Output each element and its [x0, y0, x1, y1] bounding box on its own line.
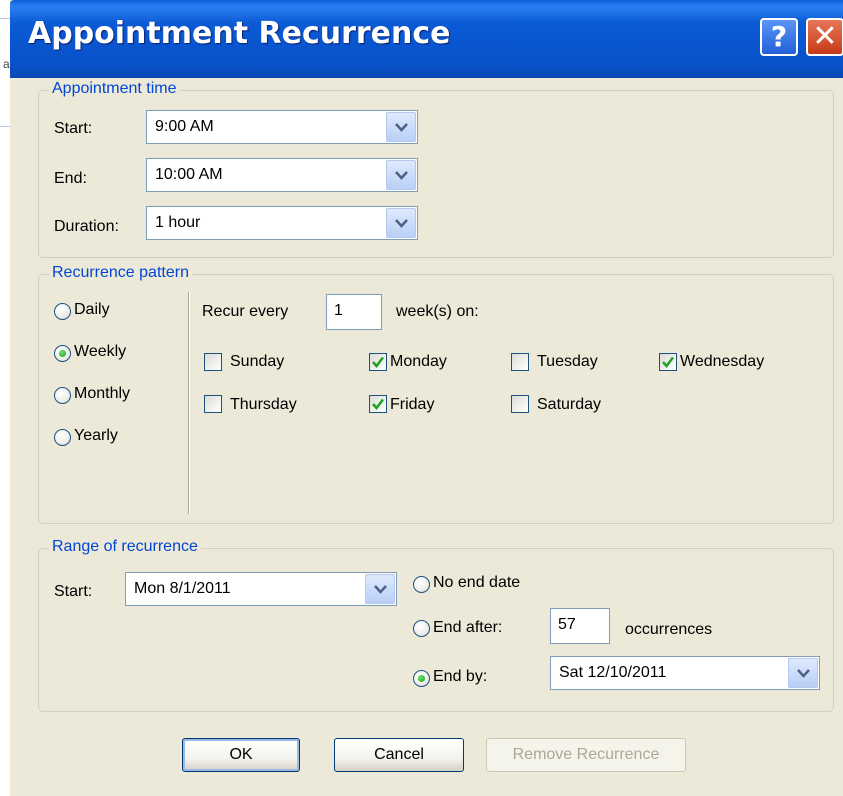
duration-combo[interactable]: 1 hour [146, 206, 418, 240]
end-by-dropdown-button[interactable] [788, 658, 818, 688]
duration-dropdown-button[interactable] [386, 208, 416, 238]
title-bar[interactable]: Appointment Recurrence ? ✕ [10, 0, 843, 78]
background-window: a [0, 0, 10, 796]
end-after-label[interactable]: End after: [433, 619, 502, 637]
recurrence-pattern-legend: Recurrence pattern [49, 264, 192, 282]
window-title: Appointment Recurrence [28, 16, 451, 51]
occurrences-label: occurrences [625, 621, 713, 638]
saturday-checkbox[interactable] [511, 395, 529, 413]
friday-checkbox[interactable] [369, 395, 387, 413]
start-time-value: 9:00 AM [155, 118, 214, 135]
range-start-label: Start: [54, 583, 93, 600]
thursday-label[interactable]: Thursday [230, 396, 297, 414]
tuesday-label[interactable]: Tuesday [537, 353, 598, 371]
start-time-dropdown-button[interactable] [386, 112, 416, 142]
no-end-date-radio[interactable] [413, 576, 430, 593]
occurrences-input[interactable]: 57 [550, 608, 610, 644]
wednesday-checkbox[interactable] [659, 353, 677, 371]
recur-every-label: Recur every [202, 303, 289, 320]
weekly-radio[interactable] [54, 345, 71, 362]
pattern-separator [188, 292, 190, 514]
duration-label: Duration: [54, 218, 119, 235]
recur-every-input[interactable]: 1 [326, 294, 382, 330]
remove-recurrence-button[interactable]: Remove Recurrence [486, 738, 686, 772]
yearly-radio[interactable] [54, 429, 71, 446]
friday-label[interactable]: Friday [390, 396, 434, 414]
checkmark-icon [662, 356, 674, 368]
background-line [0, 126, 10, 127]
end-by-combo[interactable]: Sat 12/10/2011 [550, 656, 820, 690]
range-start-dropdown-button[interactable] [365, 574, 395, 604]
end-time-dropdown-button[interactable] [386, 160, 416, 190]
wednesday-label[interactable]: Wednesday [680, 353, 764, 371]
end-after-radio[interactable] [413, 620, 430, 637]
monday-label[interactable]: Monday [390, 353, 447, 371]
cancel-button[interactable]: Cancel [334, 738, 464, 772]
radio-dot [59, 350, 66, 357]
duration-value: 1 hour [155, 214, 201, 231]
sunday-label[interactable]: Sunday [230, 353, 284, 371]
tuesday-checkbox[interactable] [511, 353, 529, 371]
sunday-checkbox[interactable] [204, 353, 222, 371]
monthly-label[interactable]: Monthly [74, 385, 130, 403]
start-time-combo[interactable]: 9:00 AM [146, 110, 418, 144]
monday-checkbox[interactable] [369, 353, 387, 371]
weeks-on-label: week(s) on: [396, 303, 479, 320]
ok-button[interactable]: OK [182, 738, 300, 772]
end-by-label[interactable]: End by: [433, 668, 487, 686]
range-start-combo[interactable]: Mon 8/1/2011 [125, 572, 397, 606]
daily-label[interactable]: Daily [74, 301, 110, 319]
end-time-combo[interactable]: 10:00 AM [146, 158, 418, 192]
no-end-date-label[interactable]: No end date [433, 574, 520, 592]
end-by-radio[interactable] [413, 670, 430, 687]
dialog-body: Appointment time Start: 9:00 AM End: 10:… [10, 78, 843, 796]
chevron-down-icon [395, 219, 408, 228]
checkmark-icon [372, 356, 384, 368]
background-text-fragment: a [3, 57, 10, 71]
help-button[interactable]: ? [760, 18, 798, 56]
range-start-value: Mon 8/1/2011 [134, 580, 231, 597]
chevron-down-icon [395, 123, 408, 132]
saturday-label[interactable]: Saturday [537, 396, 601, 414]
chevron-down-icon [797, 669, 810, 678]
end-by-value: Sat 12/10/2011 [559, 664, 667, 681]
monthly-radio[interactable] [54, 387, 71, 404]
yearly-label[interactable]: Yearly [74, 427, 118, 445]
appointment-time-legend: Appointment time [49, 80, 180, 98]
end-time-value: 10:00 AM [155, 166, 223, 183]
end-time-label: End: [54, 170, 87, 187]
chevron-down-icon [374, 585, 387, 594]
range-of-recurrence-legend: Range of recurrence [49, 538, 201, 556]
thursday-checkbox[interactable] [204, 395, 222, 413]
daily-radio[interactable] [54, 303, 71, 320]
background-line [0, 18, 10, 19]
chevron-down-icon [395, 171, 408, 180]
radio-dot [418, 675, 425, 682]
checkmark-icon [372, 398, 384, 410]
weekly-label[interactable]: Weekly [74, 343, 126, 361]
close-button[interactable]: ✕ [806, 18, 843, 56]
start-time-label: Start: [54, 120, 93, 137]
